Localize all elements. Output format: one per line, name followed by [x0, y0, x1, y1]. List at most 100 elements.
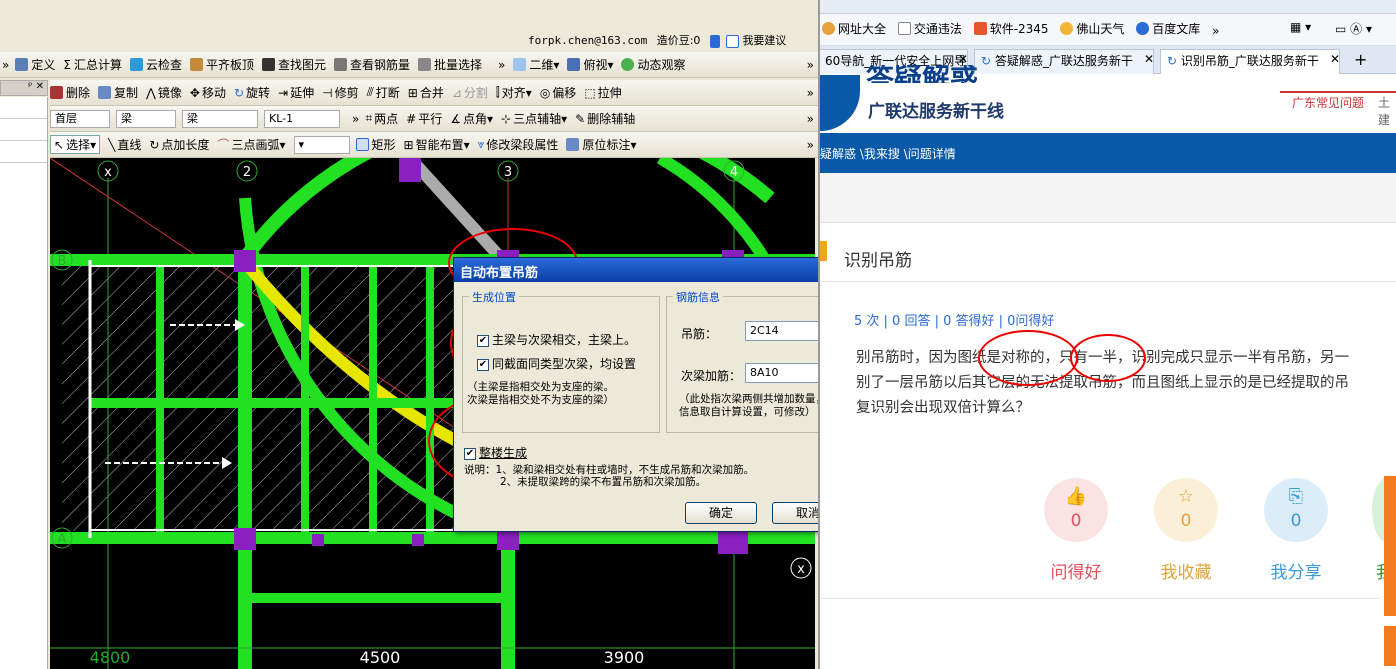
align-button[interactable]: ⫿ 对齐 ▾	[496, 84, 532, 101]
suggest-button[interactable]: 我要建议	[742, 34, 786, 47]
overflow-icon[interactable]: »	[1212, 24, 1219, 38]
stretch-button[interactable]: ⬚ 拉伸	[584, 84, 621, 101]
view-rebar-button[interactable]: 查看钢筋量	[334, 56, 410, 73]
smart-place-button[interactable]: ⊞ 智能布置 ▾	[404, 136, 470, 153]
delete-button[interactable]: 删除	[50, 84, 90, 101]
tab-close-icon[interactable]: ✕	[958, 52, 968, 66]
merge-button[interactable]: ⊞ 合并	[408, 84, 444, 101]
position-group: 生成位置 ✔ 主梁与次梁相交，主梁上。 ✔ 同截面同类型次梁，均设置 （主梁是指相交…	[462, 289, 660, 433]
arc-button[interactable]: ⌒ 三点画弧 ▾	[217, 136, 285, 153]
find-button[interactable]: 查找图元	[262, 56, 326, 73]
overflow-icon[interactable]: »	[352, 112, 359, 126]
batch-select-button[interactable]: 批量选择	[418, 56, 482, 73]
tab-close-icon[interactable]: ✕	[1330, 52, 1340, 66]
floor-select[interactable]: 首层	[50, 109, 110, 128]
modify-span-button[interactable]: ⩔ 修改梁段属性	[478, 136, 559, 153]
cube-icon	[567, 58, 581, 71]
cancel-button[interactable]: 取消	[772, 502, 818, 524]
rect-button[interactable]: 矩形	[355, 136, 396, 153]
dialog-title-bar[interactable]: 自动布置吊筋 X	[454, 258, 818, 282]
account-name[interactable]: forpk.chen@163.com	[528, 34, 647, 47]
subtype-select[interactable]: 梁	[182, 109, 258, 128]
overflow-icon[interactable]: »	[807, 112, 814, 126]
bookmark-item[interactable]: 网址大全	[822, 20, 886, 37]
checkbox-checked-icon[interactable]: ✔	[477, 334, 489, 347]
overflow-icon[interactable]: »	[2, 58, 9, 72]
whole-building-row[interactable]: ✔ 整楼生成	[464, 444, 527, 461]
side-qq-tab[interactable]	[1384, 626, 1396, 666]
page-icon	[897, 22, 911, 35]
line-button[interactable]: ╲ 直线	[108, 136, 141, 153]
smart-icon: ⊞	[403, 137, 414, 152]
copy-button[interactable]: 复制	[98, 84, 138, 101]
bookmark-item[interactable]: 佛山天气	[1060, 20, 1124, 37]
align-top-button[interactable]: 平齐板顶	[189, 56, 254, 73]
new-tab-icon[interactable]: +	[1354, 50, 1367, 69]
split-button[interactable]: ⊿ 分割	[452, 84, 488, 101]
mirror-button[interactable]: ⋀ 镜像	[146, 84, 182, 101]
cloud-check-button[interactable]: 云检查	[129, 56, 182, 73]
parallel-button[interactable]: # 平行	[406, 110, 442, 127]
arc-mode-select[interactable]: ▾	[293, 135, 350, 154]
bookmark-item[interactable]: 百度文库	[1136, 20, 1200, 37]
breadcrumb[interactable]: 疑解惑 \我来搜 \问题详情	[820, 133, 1396, 173]
checkbox-checked-icon[interactable]: ✔	[477, 358, 489, 371]
toolbar-draw: ↖ 选择 ▾ ╲ 直线 ↻ 点加长度 ⌒ 三点画弧 ▾ ▾ 矩形 ⊞ 智能布置 ▾ ⩔ 修改…	[50, 132, 818, 158]
close-icon[interactable]: ✕	[36, 81, 44, 92]
apps-icon[interactable]: ▦ ▾	[1290, 20, 1311, 34]
header-link[interactable]: 土建	[1378, 94, 1396, 128]
pin-icon[interactable]: ᵖ	[28, 81, 32, 92]
delete-axis-button[interactable]: ✎ 删除辅轴	[575, 110, 635, 127]
opt2-row[interactable]: ✔ 同截面同类型次梁，均设置	[477, 355, 636, 372]
column	[234, 250, 256, 272]
three-point-axis-button[interactable]: ⊹ 三点辅轴 ▾	[501, 110, 567, 127]
hanger-input[interactable]: 2C14	[745, 321, 818, 341]
type-select[interactable]: 梁	[116, 109, 176, 128]
point-angle-icon: ∡	[450, 111, 461, 126]
extend-icon: ⇥	[278, 85, 289, 100]
question-title: 识别吊筋	[844, 251, 912, 271]
origin-label-button[interactable]: 原位标注 ▾	[566, 136, 636, 153]
move-button[interactable]: ✥ 移动	[190, 84, 226, 101]
bookmark-item[interactable]: 交通违法	[897, 20, 962, 37]
select-button[interactable]: ↖ 选择 ▾	[50, 135, 101, 154]
tab-item[interactable]: ↻ 答疑解惑_广联达服务新干	[974, 49, 1154, 74]
move-icon: ✥	[189, 85, 200, 100]
two-point-button[interactable]: ⌗ 两点	[365, 110, 398, 127]
point-length-button[interactable]: ↻ 点加长度	[149, 136, 209, 153]
column	[399, 158, 421, 182]
bell-icon[interactable]	[709, 34, 720, 48]
rotate-button[interactable]: ↻ 旋转	[234, 84, 270, 101]
copy-icon	[98, 86, 112, 99]
view-dir-select[interactable]: 俯视 ▾	[567, 56, 613, 73]
header-link[interactable]: 广东常见问题	[1292, 94, 1364, 111]
overflow-icon[interactable]: »	[807, 138, 814, 152]
overflow-icon[interactable]: »	[807, 86, 814, 100]
favorite-stat[interactable]: ☆ 0	[1154, 478, 1218, 542]
checkbox-checked-icon[interactable]: ✔	[464, 447, 476, 460]
like-stat[interactable]: 👍 0	[1044, 478, 1108, 542]
title-strip	[0, 0, 818, 30]
define-button[interactable]: 定义	[15, 56, 55, 73]
trim-button[interactable]: ⊣ 修剪	[322, 84, 358, 101]
side-feedback-tab[interactable]	[1384, 476, 1396, 616]
opt1-row[interactable]: ✔ 主梁与次梁相交，主梁上。	[477, 331, 636, 348]
stirrup-input[interactable]: 8A10	[745, 363, 818, 383]
tools-icon[interactable]: ▭ Ⓐ ▾	[1335, 20, 1372, 37]
point-angle-button[interactable]: ∡ 点角 ▾	[450, 110, 493, 127]
share-stat[interactable]: ⎘ 0	[1264, 478, 1328, 542]
site-logo-sub: 广联达服务新干线	[868, 102, 1004, 122]
tab-item-active[interactable]: ↻ 识别吊筋_广联达服务新干	[1160, 49, 1340, 74]
overflow-icon[interactable]: »	[498, 58, 505, 72]
break-button[interactable]: ⫻ 打断	[367, 84, 400, 101]
calc-button[interactable]: Σ 汇总计算	[63, 56, 122, 73]
element-select[interactable]: KL-1	[264, 109, 340, 128]
view-mode-select[interactable]: 二维 ▾	[513, 56, 559, 73]
offset-button[interactable]: ◎ 偏移	[540, 84, 577, 101]
orbit-button[interactable]: 动态观察	[621, 56, 686, 73]
extend-button[interactable]: ⇥ 延伸	[278, 84, 314, 101]
overflow-icon[interactable]: »	[807, 58, 814, 72]
bookmark-item[interactable]: 软件-2345	[973, 20, 1049, 37]
ok-button[interactable]: 确定	[685, 502, 757, 524]
tab-close-icon[interactable]: ✕	[1144, 52, 1154, 66]
